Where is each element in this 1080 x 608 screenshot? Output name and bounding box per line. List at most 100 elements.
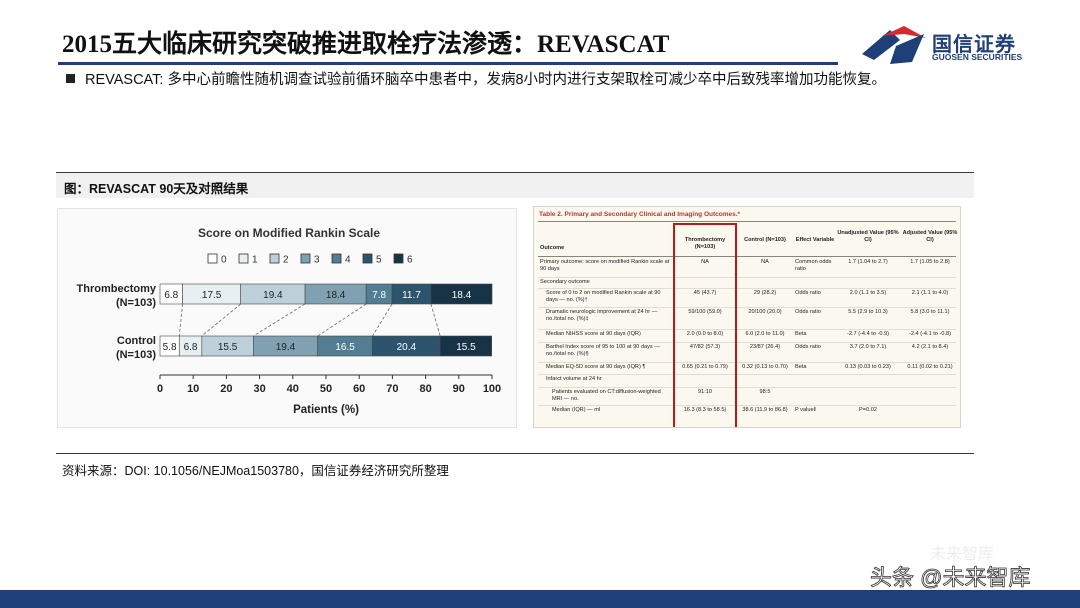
- table-cell: Odds ratio: [795, 309, 821, 315]
- table-cell: Common odds ratio: [795, 259, 832, 272]
- legend-swatch-4: [331, 253, 342, 264]
- table-row-label: Median NIHSS score at 90 days (IQR): [546, 331, 641, 337]
- table-row-divider: [538, 342, 956, 343]
- table-cell: 29 (28.2): [753, 290, 777, 296]
- x-tick-label-10: 10: [187, 383, 199, 395]
- table-header-effect: Effect Variable: [795, 237, 835, 243]
- bar-value-0-6: 18.4: [452, 290, 472, 301]
- outcome-table: Table 2. Primary and Secondary Clinical …: [533, 206, 961, 428]
- x-tick-label-40: 40: [287, 383, 299, 395]
- bullet-point: REVASCAT: 多中心前瞻性随机调查试验前循环脑卒中患者中，发病8小时内进行…: [66, 68, 886, 89]
- bar-value-0-5: 11.7: [402, 290, 421, 301]
- table-cell: 38.6 (11.9 to 86.8): [742, 407, 788, 413]
- table-cell: 0.11 (0.02 to 0.21): [907, 364, 953, 370]
- legend-swatch-0: [207, 253, 218, 264]
- bar-connector-5: [430, 303, 441, 337]
- table-row-divider: [538, 405, 956, 406]
- table-row-label: Median EQ-5D score at 90 days (IQR) ¶: [546, 364, 646, 370]
- table-cell: Beta: [795, 364, 807, 370]
- legend-swatch-3: [300, 253, 311, 264]
- table-row-divider: [538, 329, 956, 330]
- bullet-square-icon: [66, 74, 75, 83]
- table-row-label: Score of 0 to 2 on modified Rankin scale…: [546, 290, 661, 303]
- table-cell: Beta: [795, 331, 807, 337]
- legend-label-5: 5: [376, 255, 382, 266]
- legend-label-1: 1: [252, 255, 258, 266]
- mrs-stacked-bar-chart: Score on Modified Rankin Scale 0 1 2 3 4 5 6 Thr…: [77, 226, 502, 416]
- x-tick-label-80: 80: [419, 383, 431, 395]
- figure-bottom-rule: [56, 453, 974, 454]
- table-header-control: Control (N=103): [744, 237, 786, 243]
- bar-label-1: Control: [117, 335, 156, 347]
- bar-label-0: Thrombectomy: [77, 283, 157, 295]
- table-cell: -2.4 (-4.1 to -0.8): [909, 331, 951, 337]
- table-cell: P=0.02: [859, 407, 877, 413]
- table-row-divider: [538, 307, 956, 308]
- legend-label-6: 6: [407, 255, 413, 266]
- table-row-label: Barthel Index score of 95 to 100 at 90 d…: [546, 344, 660, 357]
- table-header-adjusted: Adjusted Value (95% CI): [902, 230, 958, 243]
- legend-swatch-1: [238, 253, 249, 264]
- x-tick-label-100: 100: [483, 383, 501, 395]
- table-cell: 98:5: [759, 389, 771, 395]
- table-title: Table 2. Primary and Secondary Clinical …: [539, 211, 741, 218]
- table-cell: Odds ratio: [795, 344, 821, 350]
- bar-value-0-0: 6.8: [164, 290, 178, 301]
- x-tick-label-30: 30: [253, 383, 265, 395]
- table-cell: 4.2 (2.1 to 8.4): [911, 344, 949, 350]
- table-row-label: Dramatic neurologic improvement at 24 hr…: [546, 309, 658, 322]
- table-row-divider: [538, 374, 956, 375]
- x-tick-label-90: 90: [453, 383, 465, 395]
- table-top-rule: [538, 221, 956, 222]
- x-tick-label-60: 60: [353, 383, 365, 395]
- x-tick-label-20: 20: [220, 383, 232, 395]
- x-tick-label-50: 50: [320, 383, 332, 395]
- table-cell: -2.7 (-4.4 to -0.9): [847, 331, 889, 337]
- bar-value-1-5: 20.4: [397, 342, 417, 353]
- bar-connector-0: [178, 303, 183, 337]
- table-cell: 0.13 (0.03 to 0.23): [845, 364, 891, 370]
- table-row-label: Infarct volume at 24 hr: [546, 376, 602, 382]
- table-cell: NA: [761, 259, 769, 265]
- footer-band: [0, 590, 1080, 608]
- table-cell: 2.1 (1.1 to 4.0): [911, 290, 949, 296]
- bar-connector-1: [201, 303, 241, 337]
- legend-swatch-2: [269, 253, 280, 264]
- table-cell: 20/100 (20.0): [748, 309, 782, 315]
- table-cell: 3.7 (2.0 to 7.1): [849, 344, 887, 350]
- chart-title: Score on Modified Rankin Scale: [198, 226, 380, 240]
- table-cell: 1.7 (1.05 to 2.8): [910, 259, 950, 265]
- table-row-label: Median (IQR) — ml: [552, 407, 601, 413]
- thrombectomy-highlight-box: [673, 223, 737, 427]
- bar-value-1-2: 15.5: [218, 342, 238, 353]
- table-header-outcome: Outcome: [540, 245, 565, 251]
- slide-title: 2015五大临床研究突破推进取栓疗法渗透：REVASCAT: [62, 31, 670, 58]
- bar-value-0-1: 17.5: [202, 290, 222, 301]
- x-tick-label-0: 0: [157, 383, 163, 395]
- x-tick-label-70: 70: [386, 383, 398, 395]
- table-cell: 0.32 (0.13 to 0.70): [742, 364, 788, 370]
- table-row-label: Primary outcome: score on modified Ranki…: [540, 259, 670, 272]
- source-note: 资料来源：DOI: 10.1056/NEJMoa1503780，国信证券经济研究…: [62, 464, 449, 478]
- table-cell: Odds ratio: [795, 290, 821, 296]
- figure-caption: 图：REVASCAT 90天及对照结果: [56, 172, 974, 198]
- legend-label-4: 4: [345, 255, 351, 266]
- bar-connector-2: [253, 303, 306, 337]
- legend-label-3: 3: [314, 255, 320, 266]
- bar-connector-4: [372, 303, 393, 337]
- table-cell: 5.8 (3.0 to 11.1): [910, 309, 950, 315]
- table-header-unadjusted: Unadjusted Value (95% CI): [837, 230, 899, 243]
- table-cell: 1.7 (1.04 to 2.7): [848, 259, 888, 265]
- bar-value-1-3: 19.4: [276, 342, 296, 353]
- bar-value-1-4: 16.5: [335, 342, 355, 353]
- bar-n-label-1: (N=103): [116, 349, 156, 361]
- table-cell: 5.5 (2.9 to 10.3): [848, 309, 888, 315]
- bar-value-0-2: 19.4: [263, 290, 283, 301]
- bar-value-1-0: 5.8: [163, 342, 177, 353]
- x-axis-label: Patients (%): [293, 404, 359, 416]
- table-header-rule: [538, 256, 956, 257]
- table-row-divider: [538, 362, 956, 363]
- table-row-divider: [538, 288, 956, 289]
- bar-n-label-0: (N=103): [116, 297, 156, 309]
- table-row-label: Patients evaluated on CT:diffusion-weigh…: [552, 389, 661, 402]
